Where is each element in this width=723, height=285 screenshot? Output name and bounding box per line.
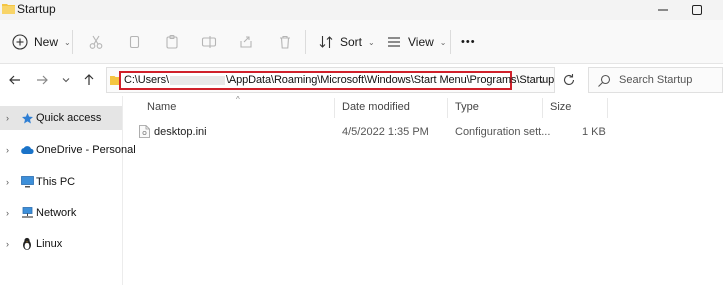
new-button[interactable]: New ⌄ (12, 30, 71, 54)
recent-locations-button[interactable] (58, 72, 74, 88)
sort-label: Sort (340, 35, 363, 49)
column-header-date-modified[interactable]: Date modified (342, 101, 410, 113)
chevron-down-icon: ⌄ (439, 37, 447, 47)
column-divider[interactable] (334, 98, 335, 118)
search-icon (598, 74, 611, 87)
new-label: New (34, 35, 59, 49)
toolbar-divider (450, 30, 451, 54)
maximize-button[interactable] (682, 0, 712, 20)
rename-icon (201, 36, 217, 48)
back-button[interactable] (7, 72, 23, 88)
refresh-icon (563, 74, 575, 85)
sidebar-item-onedrive[interactable]: › OneDrive - Personal (0, 138, 136, 162)
table-row[interactable]: desktop.ini 4/5/2022 1:35 PM Configurati… (124, 121, 723, 143)
navigation-pane: › Quick access › OneDrive - Personal › T… (0, 96, 136, 285)
cut-button[interactable] (86, 32, 106, 52)
copy-button[interactable] (124, 32, 144, 52)
maximize-icon (692, 5, 702, 15)
address-path[interactable]: C:\Users\ \AppData\Roaming\Microsoft\Wind… (124, 74, 554, 86)
search-input[interactable] (619, 72, 719, 88)
path-suffix: \AppData\Roaming\Microsoft\Windows\Start… (225, 74, 555, 86)
chevron-right-icon[interactable]: › (6, 177, 9, 187)
star-icon (20, 111, 34, 125)
column-divider[interactable] (447, 98, 448, 118)
view-button[interactable]: View ⌄ (386, 30, 447, 54)
sidebar-item-quick-access[interactable]: › Quick access (0, 106, 122, 130)
chevron-down-icon: ⌄ (368, 37, 375, 47)
delete-button[interactable] (275, 32, 295, 52)
view-list-icon (388, 37, 400, 47)
network-icon (20, 206, 34, 220)
address-row: C:\Users\ \AppData\Roaming\Microsoft\Wind… (0, 64, 723, 96)
chevron-right-icon[interactable]: › (6, 113, 9, 123)
minimize-button[interactable] (648, 0, 678, 20)
sort-icon (319, 36, 333, 48)
plus-circle-icon (12, 34, 28, 50)
sidebar-item-linux[interactable]: › Linux (0, 232, 122, 256)
redacted-username (169, 75, 225, 85)
file-type: Configuration sett... (455, 126, 551, 138)
title-bar: Startup (0, 0, 723, 20)
file-name[interactable]: desktop.ini (154, 126, 207, 138)
clipboard-icon (166, 34, 178, 49)
sidebar-item-label: This PC (36, 176, 76, 188)
column-divider[interactable] (542, 98, 543, 118)
more-options-button[interactable]: ••• (461, 30, 476, 54)
sidebar-item-network[interactable]: › Network (0, 201, 122, 225)
toolbar-divider (305, 30, 306, 54)
chevron-right-icon[interactable]: › (6, 239, 9, 249)
file-date-modified: 4/5/2022 1:35 PM (342, 126, 429, 138)
toolbar-divider (72, 30, 73, 54)
search-box[interactable] (588, 67, 723, 93)
share-button[interactable] (236, 32, 256, 52)
arrow-right-icon (37, 75, 48, 85)
folder-icon (2, 4, 15, 14)
column-header-size[interactable]: Size (550, 101, 571, 113)
chevron-down-icon (62, 78, 70, 83)
sidebar-item-label: Linux (36, 238, 63, 250)
monitor-icon (20, 175, 34, 189)
chevron-down-icon[interactable]: ⌄ (539, 75, 547, 86)
sidebar-item-label: Quick access (36, 112, 102, 124)
arrow-left-icon (9, 75, 20, 85)
penguin-icon (20, 237, 34, 251)
trash-icon (280, 35, 290, 49)
rename-button[interactable] (199, 32, 219, 52)
file-list: ^ Name Date modified Type Size desktop.i… (124, 95, 723, 285)
path-prefix: C:\Users\ (124, 74, 169, 86)
copy-icon (129, 35, 140, 49)
cloud-icon (20, 143, 34, 157)
window-title: Startup (17, 2, 56, 16)
arrow-up-icon (84, 74, 94, 85)
command-bar: New ⌄ Sort ⌄ View ⌄ ••• (0, 20, 723, 64)
more-icon: ••• (461, 36, 476, 48)
file-size: 1 KB (582, 126, 606, 138)
sidebar-item-label: Network (36, 207, 77, 219)
column-header-name[interactable]: Name (147, 101, 176, 113)
sort-button[interactable]: Sort ⌄ (318, 30, 375, 54)
share-icon (240, 36, 252, 48)
chevron-down-icon: ⌄ (64, 37, 71, 47)
scissors-icon (89, 35, 103, 49)
sidebar-item-label: OneDrive - Personal (36, 144, 136, 156)
address-bar[interactable]: C:\Users\ \AppData\Roaming\Microsoft\Wind… (106, 67, 555, 93)
view-label: View (408, 35, 434, 49)
forward-button[interactable] (34, 72, 50, 88)
up-button[interactable] (81, 72, 97, 88)
sort-ascending-icon: ^ (236, 95, 240, 104)
chevron-right-icon[interactable]: › (6, 208, 9, 218)
column-header-type[interactable]: Type (455, 101, 479, 113)
refresh-button[interactable] (560, 71, 578, 89)
paste-button[interactable] (162, 32, 182, 52)
sidebar-item-this-pc[interactable]: › This PC (0, 170, 122, 194)
chevron-right-icon[interactable]: › (6, 145, 9, 155)
column-divider[interactable] (607, 98, 608, 118)
settings-file-icon (139, 125, 150, 138)
minimize-icon (658, 9, 668, 11)
highlighted-path: C:\Users\ \AppData\Roaming\Microsoft\Wind… (119, 71, 554, 90)
